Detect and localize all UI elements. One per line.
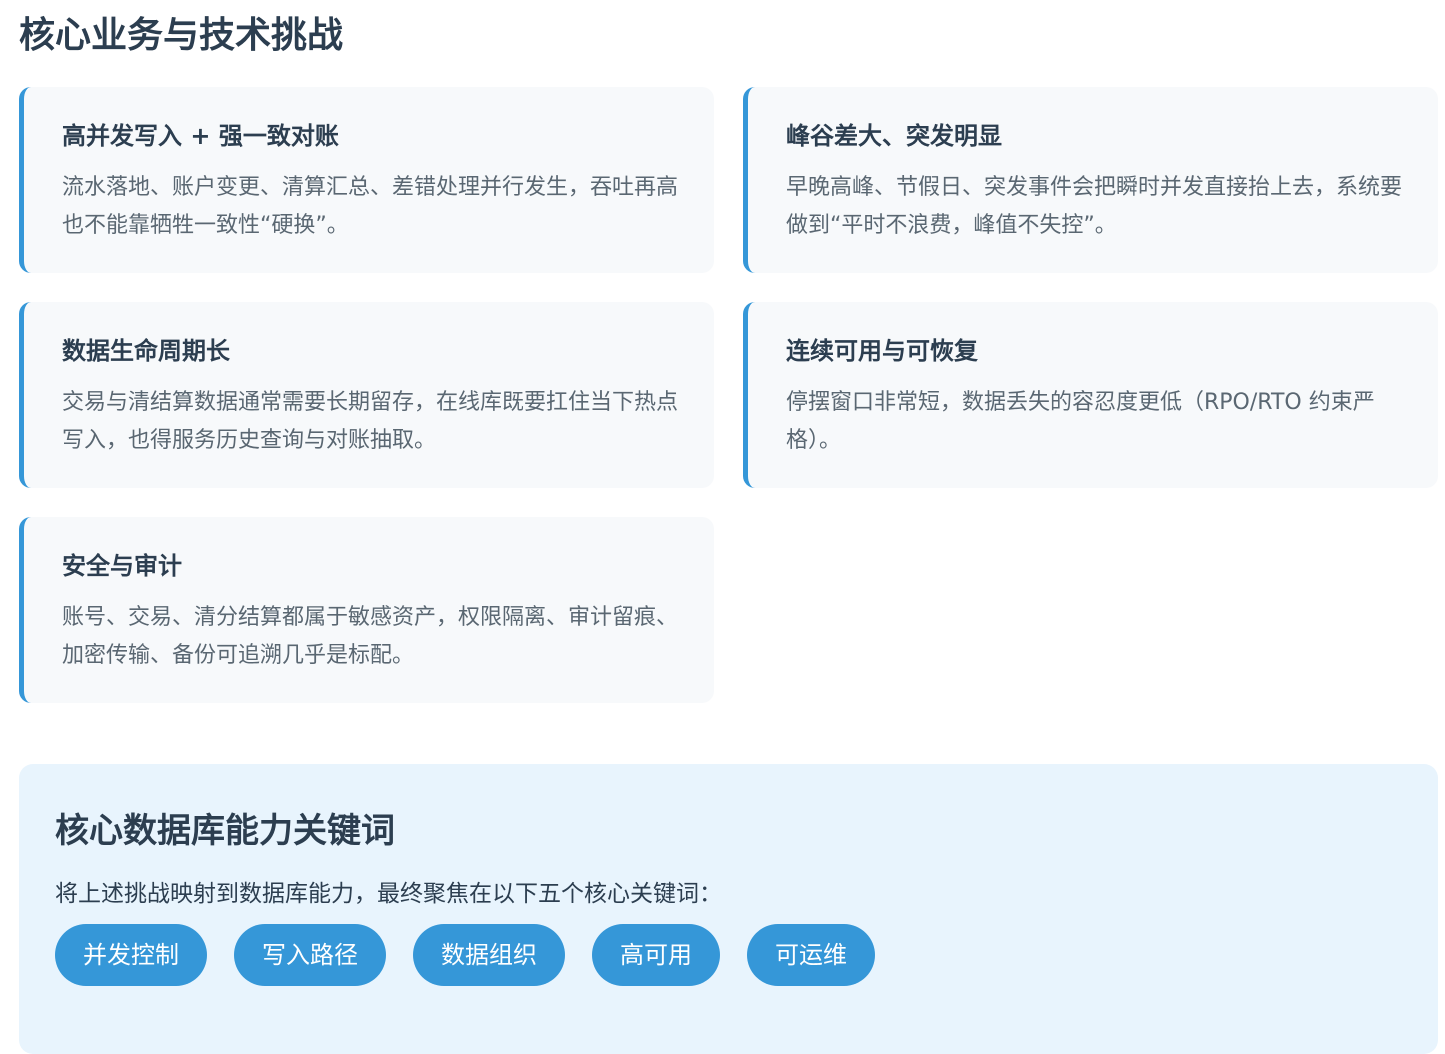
- card-description: 交易与清结算数据通常需要长期留存，在线库既要扛住当下热点写入，也得服务历史查询与…: [62, 390, 679, 453]
- keyword-tag-operability[interactable]: 可运维: [747, 924, 875, 986]
- card-title: 峰谷差大、突发明显: [786, 122, 1002, 150]
- keyword-tag-write-path[interactable]: 写入路径: [234, 924, 386, 986]
- card-title: 数据生命周期长: [62, 337, 230, 365]
- challenge-card-data-lifecycle: 数据生命周期长 交易与清结算数据通常需要长期留存，在线库既要扛住当下热点写入，也…: [19, 302, 714, 488]
- challenge-card-grid: 高并发写入 + 强一致对账 流水落地、账户变更、清算汇总、差错处理并行发生，吞吐…: [19, 87, 1438, 703]
- card-title: 连续可用与可恢复: [786, 337, 978, 365]
- challenge-card-high-concurrency: 高并发写入 + 强一致对账 流水落地、账户变更、清算汇总、差错处理并行发生，吞吐…: [19, 87, 714, 273]
- keywords-title: 核心数据库能力关键词: [55, 811, 395, 851]
- page-title: 核心业务与技术挑战: [19, 15, 344, 56]
- card-title: 高并发写入 + 强一致对账: [62, 122, 339, 150]
- keywords-intro: 将上述挑战映射到数据库能力，最终聚焦在以下五个核心关键词：: [55, 881, 722, 907]
- card-title: 安全与审计: [62, 552, 182, 580]
- keyword-tag-high-availability[interactable]: 高可用: [592, 924, 720, 986]
- keyword-tag-data-organization[interactable]: 数据组织: [413, 924, 565, 986]
- card-description: 早晚高峰、节假日、突发事件会把瞬时并发直接抬上去，系统要做到“平时不浪费，峰值不…: [786, 175, 1403, 238]
- card-description: 停摆窗口非常短，数据丢失的容忍度更低（RPO/RTO 约束严格）。: [786, 390, 1375, 453]
- keyword-tag-list: 并发控制 写入路径 数据组织 高可用 可运维: [55, 924, 1402, 986]
- keywords-panel: 核心数据库能力关键词 将上述挑战映射到数据库能力，最终聚焦在以下五个核心关键词：…: [19, 764, 1438, 1054]
- challenge-card-availability: 连续可用与可恢复 停摆窗口非常短，数据丢失的容忍度更低（RPO/RTO 约束严格…: [743, 302, 1438, 488]
- card-description: 账号、交易、清分结算都属于敏感资产，权限隔离、审计留痕、加密传输、备份可追溯几乎…: [62, 605, 679, 668]
- challenge-card-peak-valley: 峰谷差大、突发明显 早晚高峰、节假日、突发事件会把瞬时并发直接抬上去，系统要做到…: [743, 87, 1438, 273]
- challenge-card-security-audit: 安全与审计 账号、交易、清分结算都属于敏感资产，权限隔离、审计留痕、加密传输、备…: [19, 517, 714, 703]
- card-description: 流水落地、账户变更、清算汇总、差错处理并行发生，吞吐再高也不能靠牺牲一致性“硬换…: [62, 175, 679, 238]
- keyword-tag-concurrency-control[interactable]: 并发控制: [55, 924, 207, 986]
